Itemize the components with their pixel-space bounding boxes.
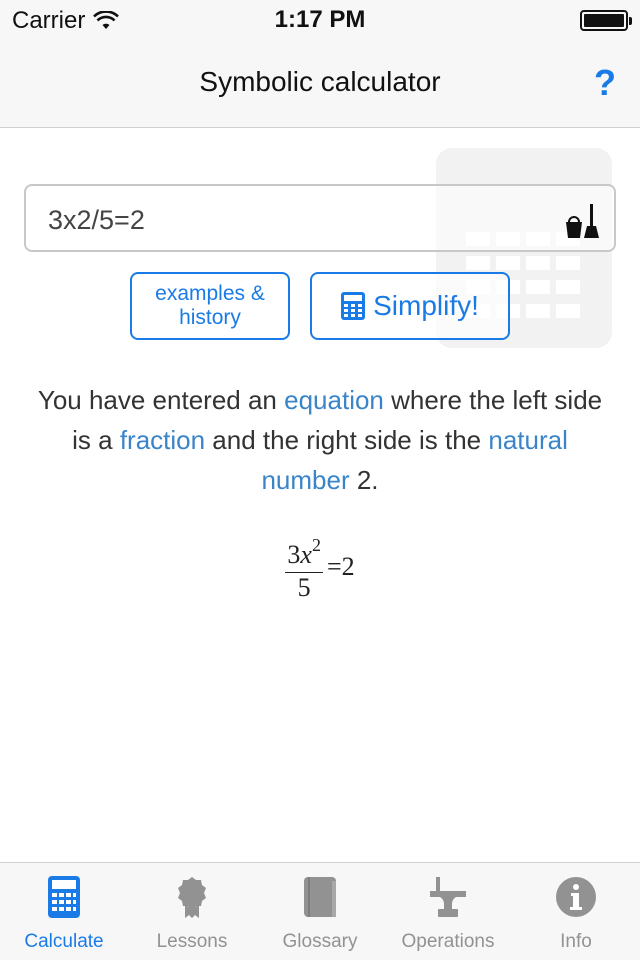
page-title: Symbolic calculator	[199, 66, 441, 97]
tab-label: Info	[560, 931, 592, 952]
nav-bar: Symbolic calculator ?	[0, 40, 640, 128]
status-bar: Carrier 1:17 PM	[0, 0, 640, 40]
simplify-button[interactable]: Simplify!	[310, 272, 510, 340]
examples-label-line1: examples &	[155, 282, 265, 305]
description-text: 2.	[349, 465, 379, 495]
equation-link[interactable]: equation	[284, 385, 384, 415]
description-text: You have entered an	[37, 385, 285, 415]
tab-bar: Calculate Lessons Glossary Operations In…	[0, 862, 640, 960]
expression-input[interactable]	[48, 200, 548, 240]
rendered-formula: 3x2 5 =2	[0, 530, 640, 603]
tab-label: Operations	[401, 931, 495, 952]
award-ribbon-icon	[178, 877, 206, 918]
tab-label: Glossary	[282, 931, 358, 952]
expression-description: You have entered an equation where the l…	[30, 380, 610, 500]
formula-rhs: =2	[326, 551, 355, 581]
formula-numerator: 3x2	[285, 530, 323, 573]
info-icon	[556, 877, 596, 917]
formula-denominator: 5	[297, 573, 311, 602]
tab-glossary[interactable]: Glossary	[256, 863, 384, 960]
tab-label: Lessons	[156, 931, 228, 952]
examples-label-line2: history	[179, 306, 241, 329]
anvil-icon	[430, 877, 466, 917]
help-button[interactable]: ?	[594, 62, 616, 104]
examples-history-button[interactable]: examples & history	[130, 272, 290, 340]
tab-lessons[interactable]: Lessons	[128, 863, 256, 960]
simplify-label: Simplify!	[373, 290, 479, 321]
status-time: 1:17 PM	[274, 6, 366, 33]
expression-field[interactable]	[24, 184, 616, 252]
calculator-icon	[48, 876, 80, 918]
tab-info[interactable]: Info	[512, 863, 640, 960]
calculator-icon	[341, 292, 366, 320]
broom-bucket-icon[interactable]	[562, 202, 602, 242]
formula-fraction: 3x2 5	[285, 530, 323, 603]
fraction-link[interactable]: fraction	[120, 425, 205, 455]
tab-operations[interactable]: Operations	[384, 863, 512, 960]
book-icon	[304, 877, 336, 917]
description-text: and the right side is the	[205, 425, 489, 455]
battery-icon	[580, 10, 632, 31]
tab-label: Calculate	[24, 931, 104, 952]
tab-calculate[interactable]: Calculate	[0, 863, 128, 960]
